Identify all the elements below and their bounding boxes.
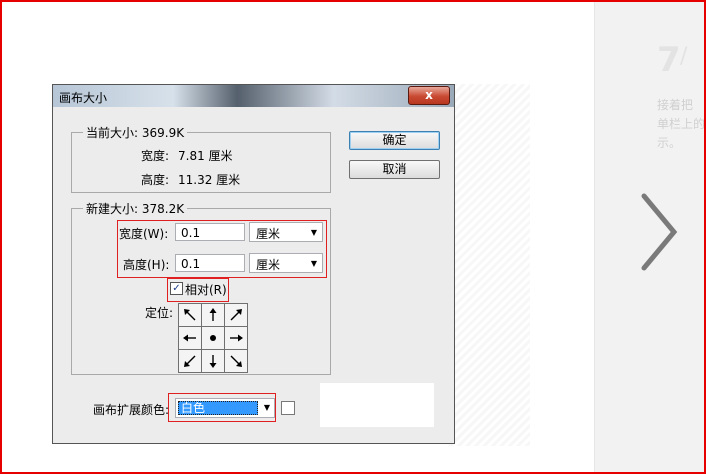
anchor-left[interactable] xyxy=(179,327,202,350)
anchor-bottom-right[interactable] xyxy=(225,350,248,373)
background-pattern xyxy=(445,84,530,446)
arrow-right-icon xyxy=(230,334,243,342)
height-unit-value: 厘米 xyxy=(256,258,281,272)
width-input[interactable]: 0.1 xyxy=(175,223,245,241)
anchor-top[interactable] xyxy=(202,304,225,327)
close-button[interactable]: x xyxy=(408,86,450,105)
current-size-label: 当前大小: 369.9K xyxy=(83,124,188,141)
preview-area xyxy=(320,383,434,427)
step-number: 7 xyxy=(657,40,681,80)
chevron-down-icon: ▼ xyxy=(310,259,317,268)
close-icon: x xyxy=(425,88,433,102)
height-unit-select[interactable]: 厘米 ▼ xyxy=(249,253,323,273)
step-line: 接着把 xyxy=(657,98,694,112)
anchor-bottom[interactable] xyxy=(202,350,225,373)
extension-color-select[interactable]: 白色 ▼ xyxy=(175,398,275,418)
chevron-down-icon: ▼ xyxy=(310,228,317,237)
step-line: 示。 xyxy=(657,136,682,150)
width-unit-select[interactable]: 厘米 ▼ xyxy=(249,222,323,242)
new-height-label: 高度(H): xyxy=(123,258,170,272)
current-width-label: 宽度: xyxy=(141,149,170,163)
dialog-title: 画布大小 xyxy=(59,91,108,105)
anchor-label: 定位: xyxy=(145,306,174,320)
relative-label[interactable]: 相对(R) xyxy=(185,281,227,298)
height-input[interactable]: 0.1 xyxy=(175,254,245,272)
width-unit-value: 厘米 xyxy=(256,227,281,241)
extension-color-value: 白色 xyxy=(178,401,258,415)
anchor-center[interactable] xyxy=(202,327,225,350)
canvas-size-dialog: 画布大小 x 当前大小: 369.9K 宽度: 7.81 厘米 高度: 11.3… xyxy=(52,84,455,444)
step-slash: / xyxy=(680,44,688,69)
chevron-down-icon: ▼ xyxy=(263,403,270,412)
current-height-value: 11.32 厘米 xyxy=(178,173,241,187)
cancel-button[interactable]: 取消 xyxy=(349,160,440,179)
ok-button[interactable]: 确定 xyxy=(349,131,440,150)
anchor-top-right[interactable] xyxy=(225,304,248,327)
extension-color-label: 画布扩展颜色: xyxy=(93,403,170,417)
arrow-down-icon xyxy=(209,355,217,368)
anchor-right[interactable] xyxy=(225,327,248,350)
arrow-up-left-icon xyxy=(184,309,196,321)
arrow-left-icon xyxy=(183,334,196,342)
arrow-up-right-icon xyxy=(230,309,242,321)
extension-color-swatch[interactable] xyxy=(281,401,295,415)
anchor-top-left[interactable] xyxy=(179,304,202,327)
new-size-label: 新建大小: 378.2K xyxy=(83,200,188,217)
arrow-up-icon xyxy=(209,308,217,321)
relative-checkbox[interactable]: ✓ xyxy=(170,282,183,295)
anchor-grid xyxy=(178,303,248,373)
dialog-titlebar[interactable]: 画布大小 x xyxy=(53,85,454,107)
current-width-value: 7.81 厘米 xyxy=(178,149,233,163)
anchor-bottom-left[interactable] xyxy=(179,350,202,373)
step-description: 接着把 单栏上的 示。 xyxy=(657,96,706,153)
arrow-down-left-icon xyxy=(184,355,196,367)
arrow-down-right-icon xyxy=(230,355,242,367)
step-line: 单栏上的 xyxy=(657,117,706,131)
next-arrow-icon[interactable] xyxy=(636,190,682,277)
current-height-label: 高度: xyxy=(141,173,170,187)
new-width-label: 宽度(W): xyxy=(119,227,169,241)
anchor-dot-icon xyxy=(210,335,216,341)
